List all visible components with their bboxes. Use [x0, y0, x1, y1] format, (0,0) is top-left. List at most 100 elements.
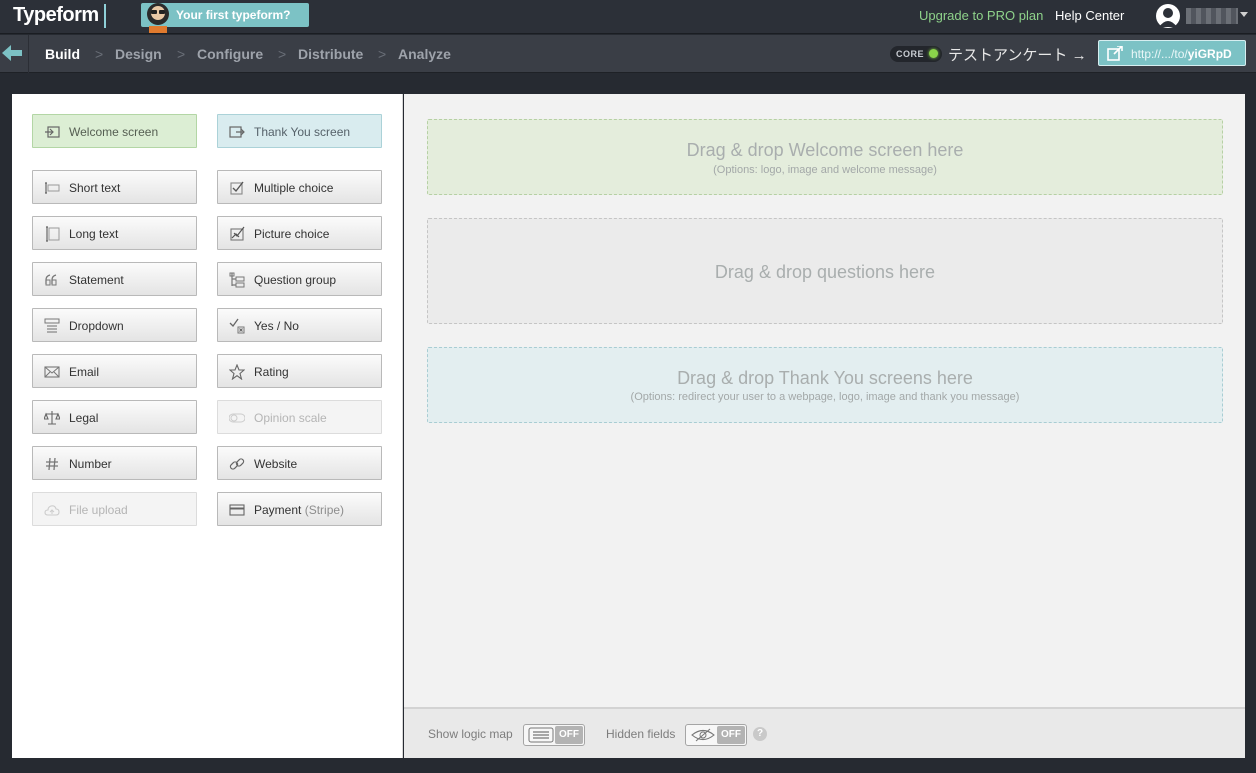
form-title[interactable]: テストアンケート →: [948, 44, 1087, 65]
thanks-dropzone-title: Drag & drop Thank You screens here: [677, 368, 973, 388]
hash-icon: [46, 457, 58, 471]
opinion-scale-label: Opinion scale: [254, 411, 327, 425]
long-text-cursor-icon: [46, 226, 60, 242]
email-label: Email: [69, 365, 100, 379]
scales-icon: [44, 411, 60, 425]
exit-icon: [229, 126, 245, 138]
nav-separator: >: [378, 46, 387, 62]
logic-map-label: Show logic map: [428, 727, 513, 741]
welcome-screen-label: Welcome screen: [69, 125, 159, 139]
number-label: Number: [69, 457, 112, 471]
quote-icon: [45, 274, 57, 286]
short-text-button[interactable]: Short text: [32, 170, 197, 204]
logic-map-off-label: OFF: [555, 726, 583, 744]
tab-configure[interactable]: Configure: [197, 46, 263, 62]
top-bar: Typeform Your first typeform? Upgrade to…: [0, 0, 1256, 34]
rating-label: Rating: [254, 365, 289, 379]
legal-button[interactable]: Legal: [32, 400, 197, 434]
share-url-button[interactable]: http://.../to/yiGRpD: [1098, 40, 1246, 66]
text-cursor-icon: [45, 182, 60, 194]
share-url-text: http://.../to/yiGRpD: [1131, 47, 1232, 61]
file-upload-label: File upload: [69, 503, 128, 517]
upgrade-pro-link[interactable]: Upgrade to PRO plan: [919, 8, 1043, 23]
payment-button[interactable]: Payment (Stripe): [217, 492, 382, 526]
welcome-dropzone-subtitle: (Options: logo, image and welcome messag…: [713, 164, 937, 176]
share-url-id: yiGRpD: [1187, 47, 1232, 61]
yes-no-label: Yes / No: [254, 319, 299, 333]
questions-dropzone[interactable]: Drag & drop questions here: [427, 218, 1223, 324]
scale-toggle-icon: [229, 413, 245, 423]
external-link-icon: [1107, 46, 1123, 61]
hidden-fields-off-label: OFF: [717, 726, 745, 744]
thanks-dropzone-subtitle: (Options: redirect your user to a webpag…: [630, 391, 1020, 403]
nav-bar: Build > Design > Configure > Distribute …: [0, 35, 1256, 73]
yes-no-button[interactable]: Yes / No: [217, 308, 382, 342]
welcome-dropzone-title: Drag & drop Welcome screen here: [686, 140, 964, 160]
long-text-button[interactable]: Long text: [32, 216, 197, 250]
user-name-redacted[interactable]: [1186, 8, 1238, 24]
legal-label: Legal: [69, 411, 99, 425]
user-avatar-icon[interactable]: [1155, 3, 1181, 29]
cloud-upload-icon: [44, 505, 60, 516]
tab-build[interactable]: Build: [45, 46, 80, 62]
nav-separator: >: [95, 46, 104, 62]
logic-map-toggle[interactable]: OFF: [523, 724, 585, 746]
thank-you-screen-label: Thank You screen: [254, 125, 351, 139]
picture-choice-button[interactable]: Picture choice: [217, 216, 382, 250]
help-center-link[interactable]: Help Center: [1055, 8, 1124, 23]
tab-distribute[interactable]: Distribute: [298, 46, 363, 62]
envelope-icon: [44, 366, 60, 378]
first-typeform-label: Your first typeform?: [176, 8, 291, 22]
question-group-button[interactable]: Question group: [217, 262, 382, 296]
multiple-choice-button[interactable]: Multiple choice: [217, 170, 382, 204]
help-question-icon[interactable]: ?: [753, 727, 767, 741]
star-icon: [229, 364, 245, 380]
welcome-screen-button[interactable]: Welcome screen: [32, 114, 197, 148]
builder-bottom-bar: Show logic map OFF Hidden fields OFF ?: [404, 707, 1245, 758]
link-icon: [229, 458, 245, 470]
welcome-screen-dropzone[interactable]: Drag & drop Welcome screen here (Options…: [427, 119, 1223, 195]
website-label: Website: [254, 457, 298, 471]
rating-button[interactable]: Rating: [217, 354, 382, 388]
status-dot-icon: [929, 49, 938, 58]
dropdown-button[interactable]: Dropdown: [32, 308, 197, 342]
number-button[interactable]: Number: [32, 446, 197, 480]
thank-you-dropzone[interactable]: Drag & drop Thank You screens here (Opti…: [427, 347, 1223, 423]
hidden-fields-label: Hidden fields: [606, 727, 676, 741]
dropdown-list-icon: [44, 318, 60, 333]
thank-you-screen-button[interactable]: Thank You screen: [217, 114, 382, 148]
tab-analyze[interactable]: Analyze: [398, 46, 451, 62]
email-button[interactable]: Email: [32, 354, 197, 388]
question-types-panel: Welcome screen Thank You screen Short te…: [12, 94, 403, 758]
core-badge-label: CORE: [896, 49, 925, 59]
payment-label: Payment (Stripe): [254, 503, 344, 517]
enter-icon: [45, 126, 60, 138]
first-typeform-button[interactable]: Your first typeform?: [141, 3, 309, 33]
logic-map-icon: [528, 727, 554, 743]
hidden-fields-toggle[interactable]: OFF: [685, 724, 747, 746]
payment-label-text: Payment: [254, 503, 302, 517]
statement-label: Statement: [69, 273, 124, 287]
credit-card-icon: [229, 504, 245, 516]
nav-separator: >: [278, 46, 287, 62]
statement-button[interactable]: Statement: [32, 262, 197, 296]
questions-dropzone-title: Drag & drop questions here: [714, 262, 936, 282]
question-group-icon: [229, 272, 245, 288]
file-upload-button[interactable]: File upload: [32, 492, 197, 526]
picture-check-icon: [230, 226, 245, 241]
picture-choice-label: Picture choice: [254, 227, 330, 241]
checkbox-icon: [230, 181, 244, 195]
opinion-scale-button[interactable]: Opinion scale: [217, 400, 382, 434]
typeform-logo[interactable]: Typeform: [13, 4, 99, 27]
dropdown-label: Dropdown: [69, 319, 124, 333]
short-text-label: Short text: [69, 181, 121, 195]
question-group-label: Question group: [254, 273, 337, 287]
tab-design[interactable]: Design: [115, 46, 162, 62]
website-button[interactable]: Website: [217, 446, 382, 480]
user-menu-caret-icon[interactable]: [1240, 12, 1248, 17]
nav-divider: [28, 35, 29, 73]
share-url-prefix: http://.../to/: [1131, 47, 1188, 61]
form-builder-canvas: Drag & drop Welcome screen here (Options…: [404, 94, 1245, 758]
multiple-choice-label: Multiple choice: [254, 181, 334, 195]
back-arrow-icon[interactable]: [2, 44, 22, 62]
